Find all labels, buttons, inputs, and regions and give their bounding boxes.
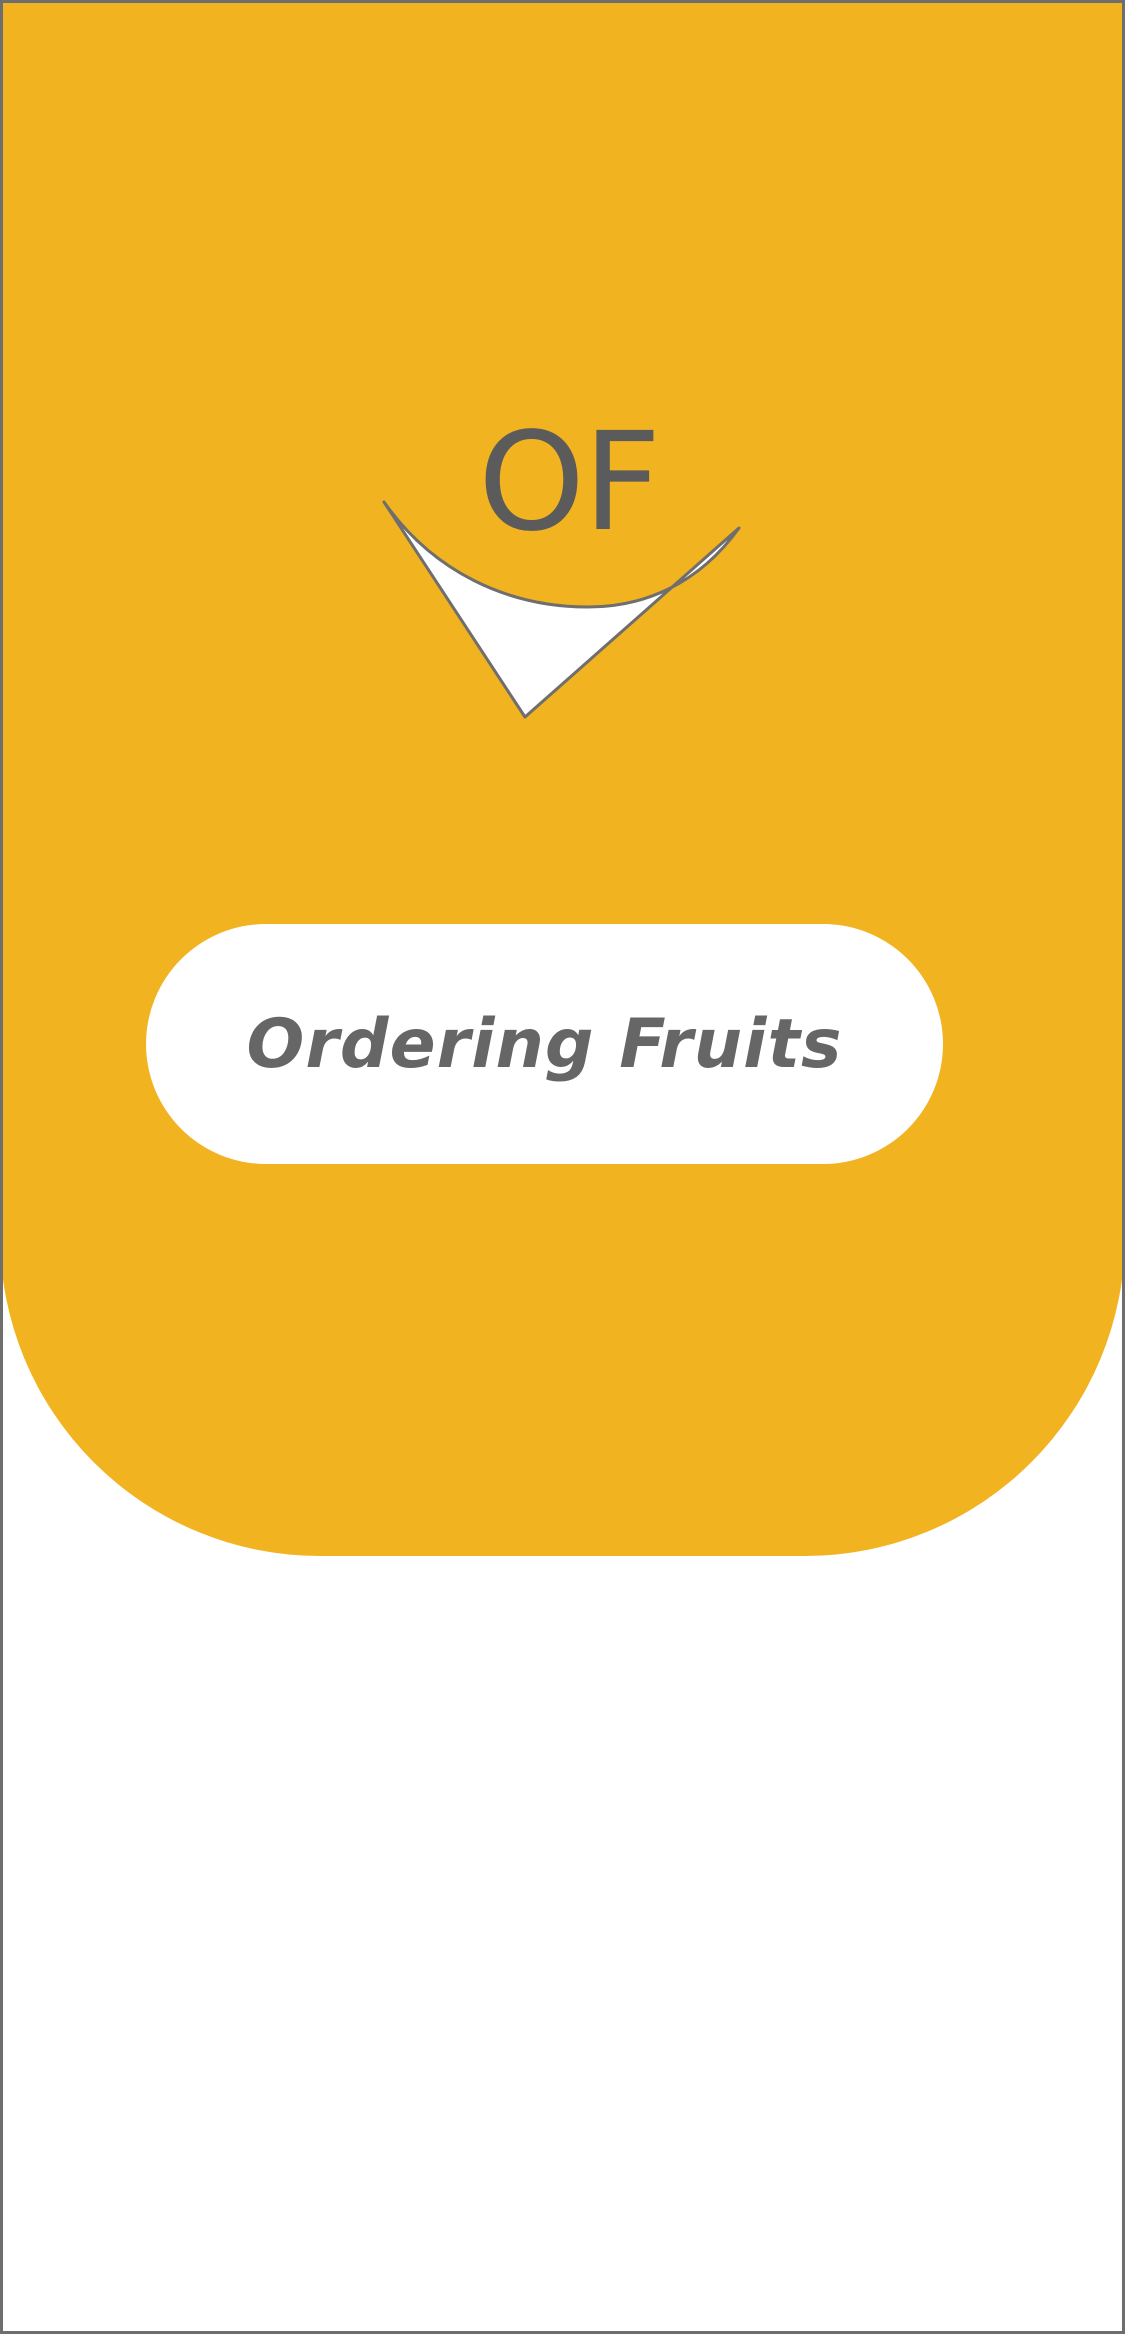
- ordering-fruits-label: Ordering Fruits: [246, 1004, 843, 1084]
- smile-checkmark-icon: [382, 500, 741, 719]
- app-logo: OF: [378, 415, 748, 730]
- app-screen: OF Ordering Fruits: [0, 0, 1125, 2334]
- ordering-fruits-button[interactable]: Ordering Fruits: [146, 924, 943, 1164]
- hero-banner: OF Ordering Fruits: [3, 3, 1122, 1556]
